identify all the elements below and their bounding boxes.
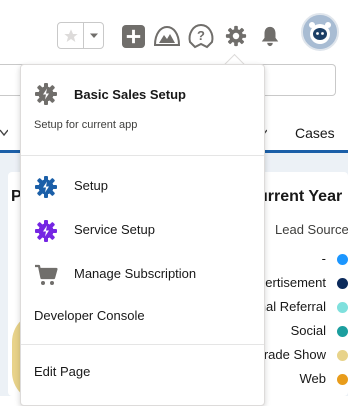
- setup-menu: Basic Sales Setup Setup for current app …: [20, 64, 265, 406]
- menu-item-setup[interactable]: Setup: [21, 168, 264, 204]
- legend-item-label: ertisement: [265, 275, 326, 290]
- card-title-partial-right: urrent Year: [258, 188, 343, 205]
- plus-icon: [121, 24, 145, 48]
- menu-item-label: Edit Page: [34, 364, 91, 379]
- astro-avatar-icon: [303, 15, 337, 49]
- menu-subtitle: Setup for current app: [34, 119, 138, 131]
- basic-sales-setup-gear-icon: [35, 83, 57, 105]
- legend-item: Social: [252, 321, 348, 341]
- trailhead-icon: [153, 25, 181, 46]
- legend-color-swatch: [337, 302, 348, 313]
- legend-color-swatch: [337, 278, 348, 289]
- legend-color-swatch: [337, 374, 348, 385]
- favorites-group: [57, 22, 104, 49]
- menu-item-service-setup[interactable]: Service Setup: [21, 212, 264, 248]
- chevron-down-icon: [89, 33, 98, 38]
- trailhead-button[interactable]: [153, 22, 181, 50]
- menu-title: Basic Sales Setup: [74, 87, 186, 102]
- legend-title: Lead Source: [275, 222, 348, 237]
- menu-divider: [21, 344, 264, 345]
- legend-item: Web: [252, 369, 348, 389]
- legend-color-swatch: [337, 254, 348, 265]
- favorites-star-button[interactable]: [58, 23, 84, 48]
- shopping-cart-icon: [35, 264, 58, 285]
- help-button[interactable]: ?: [186, 20, 216, 50]
- menu-item-label: Developer Console: [34, 308, 145, 323]
- service-setup-gear-icon: [35, 220, 57, 242]
- favorites-dropdown-button[interactable]: [84, 23, 103, 48]
- menu-item-manage-subscription[interactable]: Manage Subscription: [21, 256, 264, 292]
- legend-item-label: rade Show: [263, 347, 326, 362]
- global-actions-button[interactable]: [121, 24, 145, 48]
- user-avatar[interactable]: [301, 13, 339, 51]
- notifications-button[interactable]: [258, 24, 282, 48]
- legend-color-swatch: [337, 326, 348, 337]
- menu-item-label: Service Setup: [74, 222, 155, 237]
- star-icon: [63, 28, 78, 42]
- svg-text:?: ?: [197, 28, 205, 43]
- legend-item-label: -: [321, 251, 326, 266]
- legend-item-label: Social: [290, 323, 326, 338]
- setup-gear-icon: [35, 176, 57, 198]
- menu-item-label: Manage Subscription: [74, 266, 197, 281]
- chevron-down-icon[interactable]: [0, 128, 8, 138]
- nav-tab-cases[interactable]: Cases: [295, 125, 335, 141]
- menu-item-label: Setup: [74, 178, 108, 193]
- legend-item: rade Show: [252, 345, 348, 365]
- menu-divider: [21, 155, 264, 156]
- legend-item: nal Referral: [252, 297, 348, 317]
- legend-item: -: [252, 249, 348, 269]
- bell-icon: [261, 26, 279, 47]
- legend-item: ertisement: [252, 273, 348, 293]
- help-icon: ?: [188, 23, 214, 49]
- gear-icon: [225, 25, 247, 47]
- menu-item-developer-console[interactable]: Developer Console: [21, 298, 264, 334]
- legend-item-label: nal Referral: [258, 299, 326, 314]
- legend-item-label: Web: [299, 371, 327, 386]
- menu-item-edit-page[interactable]: Edit Page: [21, 354, 264, 390]
- legend-color-swatch: [337, 350, 348, 361]
- setup-button[interactable]: [224, 24, 248, 48]
